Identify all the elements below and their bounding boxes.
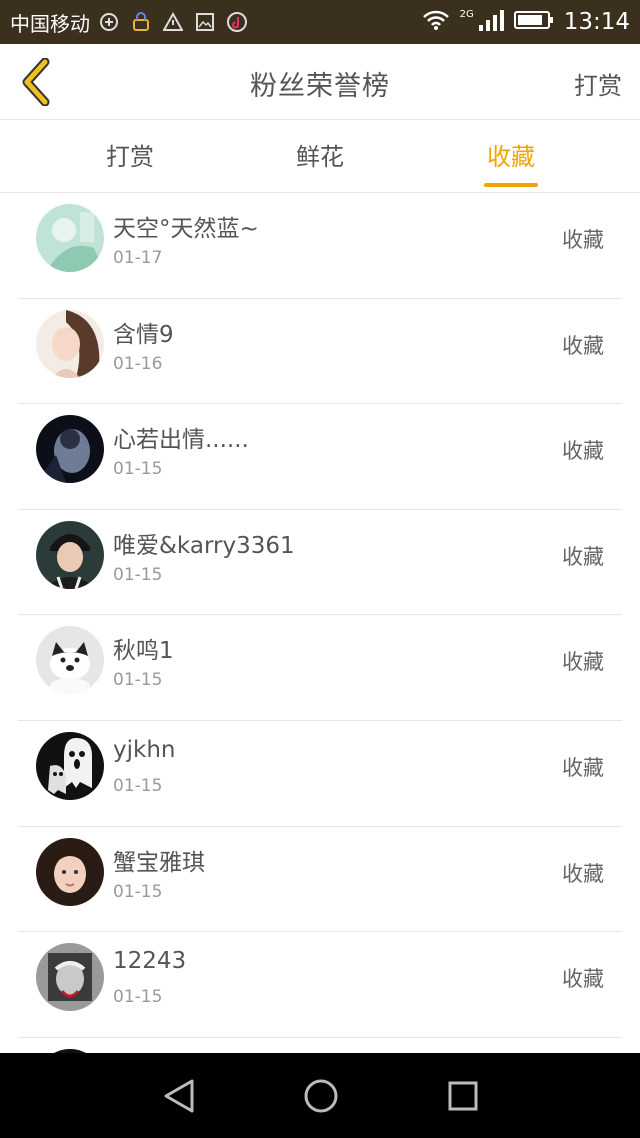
carrier-name: 中国移动 xyxy=(10,11,90,36)
fan-action: 收藏 xyxy=(562,861,604,886)
wifi-icon xyxy=(422,9,450,35)
fan-date: 01-15 xyxy=(113,459,163,480)
fan-date: 01-17 xyxy=(113,248,163,268)
avatar xyxy=(36,415,104,484)
warning-icon xyxy=(162,12,184,32)
vpn-lock-icon xyxy=(130,12,152,32)
active-tab-indicator xyxy=(484,183,538,187)
fan-name: 天空°天然蓝~ xyxy=(113,216,259,242)
avatar xyxy=(36,520,104,589)
list-item[interactable]: 12243 01-15 收藏 xyxy=(18,932,622,1038)
tab-favorites[interactable]: 收藏 xyxy=(451,121,571,193)
tab-label: 鲜花 xyxy=(296,143,344,171)
list-item[interactable]: yjkhn 01-15 收藏 xyxy=(18,721,622,827)
system-nav-bar xyxy=(0,1053,640,1138)
page-header: 粉丝荣誉榜 打赏 xyxy=(0,44,640,120)
list-item[interactable]: 秋鸣1 01-15 收藏 xyxy=(18,615,622,721)
reward-button[interactable]: 打赏 xyxy=(574,66,622,101)
fan-action: 收藏 xyxy=(562,228,604,252)
image-icon xyxy=(194,12,216,32)
fan-date: 01-15 xyxy=(113,670,163,691)
nav-recents-button[interactable] xyxy=(440,1073,486,1119)
tiktok-icon xyxy=(226,12,248,32)
avatar xyxy=(36,943,104,1012)
fan-action: 收藏 xyxy=(562,544,604,569)
list-item[interactable]: 蟹宝雅琪 01-15 收藏 xyxy=(18,827,622,933)
triangle-back-icon xyxy=(164,1079,194,1113)
fan-name: yjkhn xyxy=(113,737,176,763)
tab-label: 打赏 xyxy=(106,143,154,171)
fan-action: 收藏 xyxy=(562,439,604,464)
clock: 13:14 xyxy=(563,9,630,35)
avatar xyxy=(36,309,104,378)
battery-icon xyxy=(513,9,554,35)
avatar xyxy=(36,626,104,695)
nav-back-button[interactable] xyxy=(156,1073,202,1119)
square-recents-icon xyxy=(448,1081,478,1111)
fan-date: 01-15 xyxy=(113,564,163,585)
fan-name: 秋鸣1 xyxy=(113,638,174,665)
fan-action: 收藏 xyxy=(562,333,604,358)
tab-reward[interactable]: 打赏 xyxy=(70,121,190,193)
fan-date: 01-15 xyxy=(113,776,163,796)
fan-action: 收藏 xyxy=(562,756,604,780)
network-type: 2G xyxy=(459,8,474,20)
tab-flowers[interactable]: 鲜花 xyxy=(260,121,380,193)
sync-icon xyxy=(98,12,120,32)
avatar xyxy=(36,204,104,272)
fan-action: 收藏 xyxy=(562,967,604,992)
fan-date: 01-15 xyxy=(113,987,163,1008)
circle-home-icon xyxy=(304,1079,338,1113)
page-title: 粉丝荣誉榜 xyxy=(250,71,390,102)
fan-date: 01-16 xyxy=(113,353,163,374)
nav-home-button[interactable] xyxy=(298,1073,344,1119)
avatar xyxy=(36,837,104,906)
fan-action: 收藏 xyxy=(562,650,604,675)
fan-name: 12243 xyxy=(113,948,187,975)
tab-label: 收藏 xyxy=(487,143,535,171)
fan-name: 唯爱&karry3361 xyxy=(113,532,295,559)
fan-name: 心若出情...... xyxy=(113,427,249,454)
fan-name: 含情9 xyxy=(113,321,174,348)
signal-icon xyxy=(478,9,504,35)
status-bar: 中国移动 2G 13:14 xyxy=(0,0,640,44)
fan-list: 天空°天然蓝~ 01-17 收藏 含情9 01-16 收藏 心若出情......… xyxy=(0,193,640,1053)
tab-bar: 打赏 鲜花 收藏 xyxy=(0,121,640,193)
list-item[interactable]: 天空°天然蓝~ 01-17 收藏 xyxy=(18,193,622,299)
fan-name: 蟹宝雅琪 xyxy=(113,849,205,876)
list-item[interactable]: 心若出情...... 01-15 收藏 xyxy=(18,404,622,510)
avatar xyxy=(36,732,104,800)
list-item[interactable]: 唯爱&karry3361 01-15 收藏 xyxy=(18,510,622,616)
fan-date: 01-15 xyxy=(113,881,163,902)
list-item[interactable]: 含情9 01-16 收藏 xyxy=(18,299,622,405)
